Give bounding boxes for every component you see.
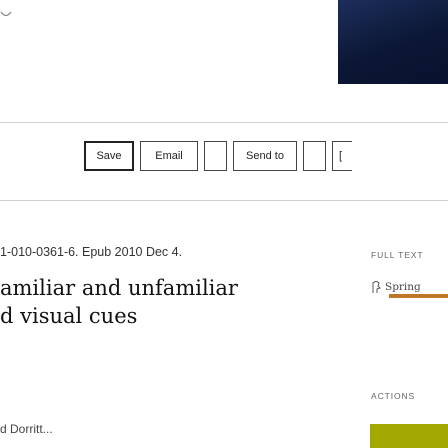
divider-bottom	[0, 200, 448, 201]
title-line-1: amiliar and unfamiliar	[0, 276, 238, 300]
divider-top	[0, 122, 448, 123]
springer-link-text: Spring	[385, 281, 421, 293]
springer-link[interactable]: Spring	[370, 279, 421, 295]
actions-label: ACTIONS	[371, 391, 416, 401]
send-to-button[interactable]: Send to	[233, 141, 297, 171]
action-button[interactable]	[370, 424, 448, 448]
email-button[interactable]: Email	[140, 141, 198, 171]
springer-link-underline	[389, 294, 448, 298]
toolbar-button-blank[interactable]	[204, 141, 227, 171]
citation: 1-010-0361-6. Epub 2010 Dec 4.	[0, 245, 183, 259]
toolbar-button-partial[interactable]: [	[332, 141, 352, 171]
title-line-2: d visual cues	[0, 304, 138, 328]
top-left-icon	[0, 9, 12, 21]
springer-horse-icon	[370, 280, 382, 294]
article-title: amiliar and unfamiliar d visual cues	[0, 274, 330, 330]
authors: d Dorritt...	[0, 422, 53, 436]
header-image	[338, 0, 448, 84]
full-text-label: FULL TEXT	[371, 250, 424, 260]
save-button[interactable]: Save	[84, 141, 134, 171]
toolbar-button-blank-2[interactable]	[303, 141, 326, 171]
